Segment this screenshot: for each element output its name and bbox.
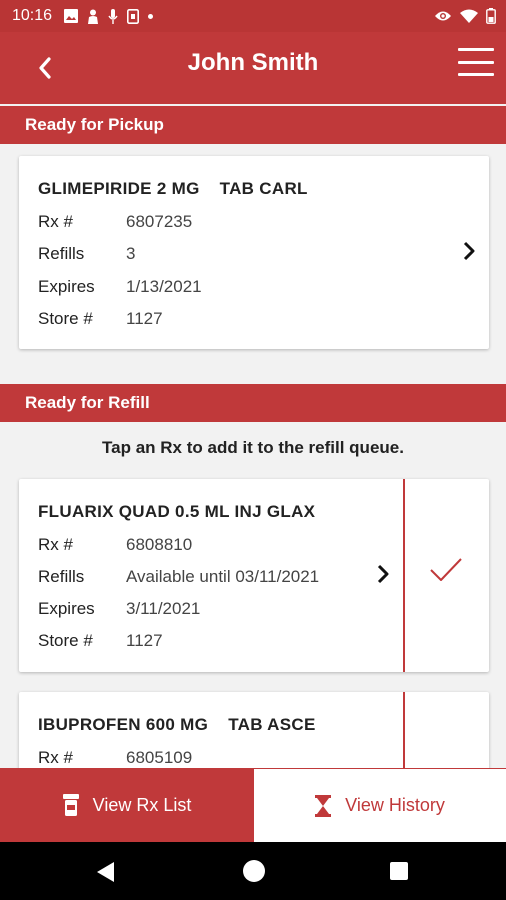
rx-number-row: Rx # 6805109 [38,748,192,768]
person-icon [88,9,99,24]
bottom-action-bar: View Rx List View History [0,768,506,842]
rx-number-row: Rx # 6808810 [38,535,192,555]
expires-row: Expires 1/13/2021 [38,277,202,297]
refills-label: Refills [38,567,85,586]
view-rx-list-button[interactable]: View Rx List [0,768,254,842]
checkmark-icon[interactable] [429,557,463,583]
refills-row: Refills Available until 03/11/2021 [38,567,319,587]
nav-recents-icon[interactable] [390,862,408,880]
status-bar: 10:16 [0,0,506,32]
store-value: 1127 [126,631,163,650]
expires-label: Expires [38,277,95,296]
section-header-refill: Ready for Refill [0,384,506,422]
store-row: Store # 1127 [38,309,163,329]
expires-value: 1/13/2021 [126,277,202,296]
refills-value: Available until 03/11/2021 [126,567,320,586]
rx-number-row: Rx # 6807235 [38,212,192,232]
app-bar: John Smith [0,32,506,104]
sim-icon [127,8,140,24]
view-history-label: View History [345,795,445,815]
menu-icon[interactable] [458,46,494,78]
refills-value: 3 [126,244,136,263]
status-time: 10:16 [12,7,53,24]
nav-home-icon[interactable] [243,860,265,882]
expires-label: Expires [38,599,95,618]
view-rx-list-label: View Rx List [92,794,192,815]
chevron-right-icon[interactable] [461,241,477,261]
store-label: Store # [38,309,93,328]
expires-row: Expires 3/11/2021 [38,599,200,619]
image-icon [64,9,79,23]
rx-number-value: 6807235 [126,212,193,231]
rx-name: FLUARIX QUAD 0.5 ML INJ GLAX [38,502,316,521]
rx-name: GLIMEPIRIDE 2 MG TAB CARL [38,179,308,198]
pickup-rx-card[interactable]: GLIMEPIRIDE 2 MG TAB CARL Rx # 6807235 R… [19,156,489,349]
refills-row: Refills 3 [38,244,135,264]
refills-label: Refills [38,244,85,263]
notification-icons [64,8,154,24]
card-divider [403,479,405,672]
chevron-right-icon[interactable] [375,564,391,584]
system-navigation-bar [0,842,506,900]
page-title: John Smith [187,49,319,76]
view-history-button[interactable]: View History [254,768,506,842]
store-label: Store # [38,631,93,650]
store-row: Store # 1127 [38,631,163,651]
wifi-icon [460,9,478,23]
microphone-icon [108,8,118,24]
battery-icon [486,8,496,24]
pill-bottle-icon [62,794,79,816]
nav-back-icon[interactable] [96,861,116,883]
rx-number-value: 6808810 [126,535,193,554]
rx-number-value: 6805109 [126,748,193,767]
expires-value: 3/11/2021 [126,599,201,618]
section-header-pickup: Ready for Pickup [0,106,506,144]
refill-hint: Tap an Rx to add it to the refill queue. [102,438,404,457]
dot-icon [148,13,154,19]
eye-icon [435,11,451,21]
store-value: 1127 [126,309,163,328]
system-icons [434,0,496,32]
hourglass-icon [315,794,332,817]
rx-number-label: Rx # [38,748,73,767]
refill-rx-card[interactable]: FLUARIX QUAD 0.5 ML INJ GLAX Rx # 680881… [19,479,489,672]
rx-number-label: Rx # [38,212,73,231]
rx-number-label: Rx # [38,535,73,554]
rx-name: IBUPROFEN 600 MG TAB ASCE [38,715,316,734]
